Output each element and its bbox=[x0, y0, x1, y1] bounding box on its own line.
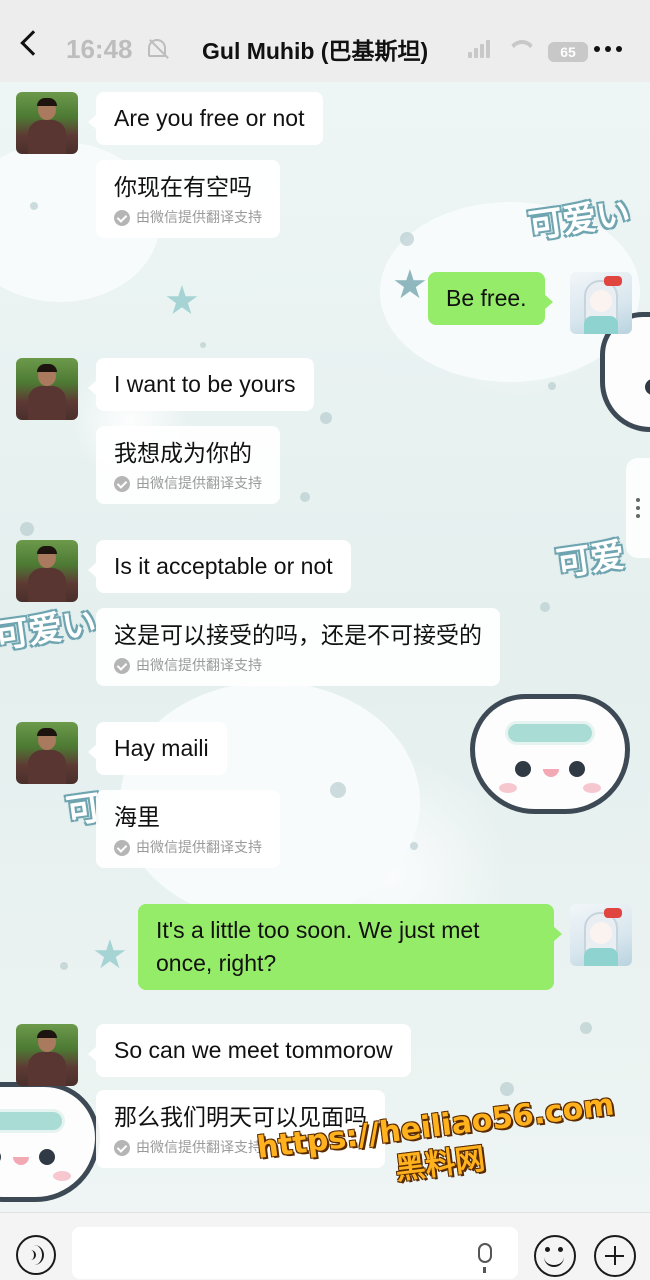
message-bubble-incoming[interactable]: Hay maili bbox=[88, 722, 227, 775]
contact-avatar[interactable] bbox=[16, 92, 78, 154]
contact-avatar[interactable] bbox=[16, 722, 78, 784]
check-circle-icon bbox=[114, 1140, 130, 1156]
check-circle-icon bbox=[114, 476, 130, 492]
translation-credit: 由微信提供翻译支持 bbox=[114, 838, 262, 858]
status-time: 16:48 bbox=[66, 34, 133, 64]
check-circle-icon bbox=[114, 658, 130, 674]
check-circle-icon bbox=[114, 210, 130, 226]
translation-card[interactable]: 你现在有空吗 由微信提供翻译支持 bbox=[96, 160, 280, 238]
translation-text: 你现在有空吗 bbox=[114, 175, 252, 201]
wallpaper-decor-text: 可爱い bbox=[0, 603, 99, 657]
mute-bell-icon bbox=[148, 39, 166, 57]
floating-side-handle[interactable] bbox=[626, 458, 650, 558]
star-decoration-icon: ★ bbox=[392, 262, 428, 308]
message-bubble-outgoing[interactable]: Be free. bbox=[428, 272, 553, 325]
message-text-input[interactable] bbox=[72, 1227, 518, 1279]
message-bubble-incoming[interactable]: Is it acceptable or not bbox=[88, 540, 351, 593]
wallpaper-decor-text: 可爱 bbox=[554, 535, 627, 585]
translation-credit: 由微信提供翻译支持 bbox=[114, 208, 262, 228]
battery-level: 65 bbox=[548, 42, 588, 62]
message-bubble-incoming[interactable]: Are you free or not bbox=[88, 92, 323, 145]
contact-avatar[interactable] bbox=[16, 1024, 78, 1086]
cat-face-illustration bbox=[0, 1082, 100, 1202]
chat-header: 16:48 Gul Muhib (巴基斯坦) 65 bbox=[0, 0, 650, 82]
cat-face-illustration bbox=[470, 694, 630, 814]
message-bubble-incoming[interactable]: I want to be yours bbox=[88, 358, 314, 411]
contact-avatar[interactable] bbox=[16, 540, 78, 602]
wallpaper-decor-text: 可爱い bbox=[526, 193, 633, 247]
translation-card[interactable]: 海里 由微信提供翻译支持 bbox=[96, 790, 280, 868]
star-decoration-icon: ★ bbox=[164, 278, 200, 324]
voice-mode-button[interactable] bbox=[16, 1235, 56, 1275]
contact-avatar[interactable] bbox=[16, 358, 78, 420]
translation-text: 我想成为你的 bbox=[114, 441, 252, 467]
microphone-icon[interactable] bbox=[478, 1243, 492, 1273]
translation-text: 海里 bbox=[114, 805, 160, 831]
message-bubble-outgoing[interactable]: It's a little too soon. We just met once… bbox=[138, 904, 562, 990]
my-avatar[interactable] bbox=[570, 272, 632, 334]
star-decoration-icon: ★ bbox=[92, 932, 128, 978]
translation-credit: 由微信提供翻译支持 bbox=[114, 474, 262, 494]
chat-title[interactable]: Gul Muhib (巴基斯坦) bbox=[202, 32, 428, 66]
message-input-bar bbox=[0, 1212, 650, 1280]
translation-card[interactable]: 我想成为你的 由微信提供翻译支持 bbox=[96, 426, 280, 504]
back-arrow-icon[interactable] bbox=[20, 30, 46, 56]
translation-credit: 由微信提供翻译支持 bbox=[114, 656, 482, 676]
wifi-icon bbox=[508, 40, 536, 60]
my-avatar[interactable] bbox=[570, 904, 632, 966]
emoji-button[interactable] bbox=[534, 1235, 576, 1277]
cellular-signal-icon bbox=[468, 40, 490, 58]
translation-card[interactable]: 这是可以接受的吗，还是不可接受的 由微信提供翻译支持 bbox=[96, 608, 500, 686]
message-bubble-incoming[interactable]: So can we meet tommorow bbox=[88, 1024, 411, 1077]
check-circle-icon bbox=[114, 840, 130, 856]
more-actions-button[interactable] bbox=[594, 1235, 636, 1277]
more-options-icon[interactable] bbox=[594, 46, 622, 52]
translation-text: 这是可以接受的吗，还是不可接受的 bbox=[114, 623, 482, 649]
